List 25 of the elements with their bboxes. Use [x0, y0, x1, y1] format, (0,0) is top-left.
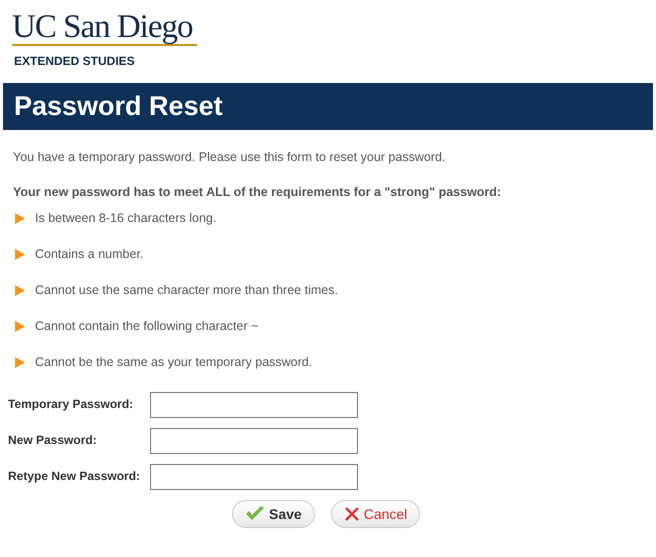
intro-text: You have a temporary password. Please use this form to reset your password. [13, 149, 446, 166]
close-icon [344, 506, 360, 522]
save-button[interactable]: Save [232, 500, 315, 528]
requirement-text: Cannot contain the following character ~ [35, 318, 258, 335]
requirement-text: Is between 8-16 characters long. [35, 210, 216, 227]
cancel-button[interactable]: Cancel [330, 500, 420, 528]
bullet-icon [15, 320, 25, 332]
field-label: Temporary Password: [8, 396, 134, 413]
field-label: New Password: [8, 432, 98, 449]
requirements-heading: Your new password has to meet ALL of the requirements for a "strong" password: [13, 184, 502, 201]
password-field[interactable] [150, 428, 358, 454]
field-label: Retype New Password: [8, 468, 142, 485]
bullet-icon [15, 212, 25, 224]
checkmark-icon [245, 506, 265, 522]
bullet-icon [15, 284, 25, 296]
requirement-text: Cannot be the same as your temporary password. [35, 354, 312, 371]
bullet-icon [15, 248, 25, 260]
password-field[interactable] [150, 464, 358, 490]
logo-subtitle: EXTENDED STUDIES [14, 53, 136, 70]
bullet-icon [15, 356, 25, 368]
requirement-text: Contains a number. [35, 246, 144, 263]
requirement-text: Cannot use the same character more than three times. [35, 282, 338, 299]
password-field[interactable] [150, 392, 358, 418]
page-title: Password Reset [14, 90, 223, 124]
logo-wordmark: UC San Diego [12, 10, 196, 46]
